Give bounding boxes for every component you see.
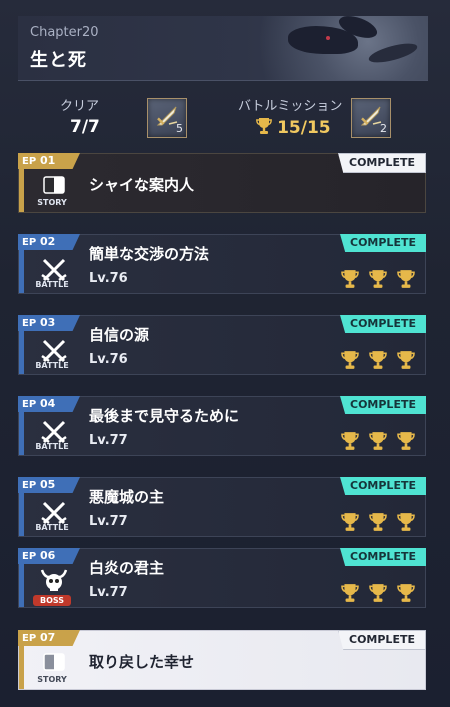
episode-number: 04 (40, 397, 56, 410)
trophy-icon (369, 350, 387, 370)
trophy-icon (341, 583, 359, 603)
mission-trophies (341, 350, 415, 370)
trophy-icon (369, 583, 387, 603)
trophy-icon (369, 431, 387, 451)
episode-level: Lv.77 (89, 514, 128, 529)
clear-label: クリア (60, 99, 100, 114)
episode-prefix: EP (22, 633, 37, 644)
episode-number-tag: EP 06 (18, 548, 80, 564)
mission-reward-button[interactable]: 2 (351, 98, 391, 138)
trophy-icon (369, 269, 387, 289)
trophy-icon (397, 512, 415, 532)
battle-mission-label: バトルミッション (238, 99, 343, 114)
episode-card-07[interactable]: EP 07 STORY 取り戻した幸せ COMPLETE (18, 630, 426, 690)
chapter-header: Chapter20 生と死 (18, 16, 428, 81)
episode-prefix: EP (22, 551, 37, 562)
trophy-icon (341, 512, 359, 532)
mission-trophies (341, 431, 415, 451)
clear-progress: 7/7 (70, 117, 100, 137)
episode-type-label: BATTLE (35, 280, 69, 289)
trophy-icon (341, 350, 359, 370)
episode-title: シャイな案内人 (89, 176, 195, 194)
episode-level: Lv.77 (89, 433, 128, 448)
episode-type-label: STORY (37, 675, 67, 684)
trophy-icon (397, 350, 415, 370)
boss-skull-icon (39, 568, 69, 598)
episode-prefix: EP (22, 156, 37, 167)
episode-level: Lv.76 (89, 271, 128, 286)
complete-badge: COMPLETE (340, 234, 426, 252)
episode-type-label: BATTLE (35, 523, 69, 532)
episode-prefix: EP (22, 237, 37, 248)
episode-card-02[interactable]: EP 02 BATTLE 簡単な交渉の方法 Lv.76 COMPLETE (18, 234, 426, 294)
episode-number-tag: EP 02 (18, 234, 80, 250)
complete-badge: COMPLETE (338, 153, 426, 173)
episode-card-04[interactable]: EP 04 BATTLE 最後まで見守るために Lv.77 COMPLETE (18, 396, 426, 456)
episode-prefix: EP (22, 399, 37, 410)
trophy-icon (256, 118, 272, 134)
episode-card-06[interactable]: EP 06 BOSS 白炎の君主 Lv.77 COMPLETE (18, 548, 426, 608)
episode-type-label: BOSS (33, 595, 71, 606)
clear-reward-button[interactable]: 5 (147, 98, 187, 138)
trophy-icon (397, 431, 415, 451)
episode-number-tag: EP 01 (18, 153, 80, 169)
trophy-icon (397, 269, 415, 289)
mission-trophies (341, 269, 415, 289)
episode-level: Lv.77 (89, 585, 128, 600)
episode-type-label: BATTLE (35, 442, 69, 451)
episode-card-01[interactable]: EP 01 STORY シャイな案内人 COMPLETE (18, 153, 426, 213)
episode-type-label: STORY (37, 198, 67, 207)
trophy-icon (397, 583, 415, 603)
episode-type-label: BATTLE (35, 361, 69, 370)
complete-badge: COMPLETE (338, 630, 426, 650)
episode-number-tag: EP 03 (18, 315, 80, 331)
episode-prefix: EP (22, 318, 37, 329)
episode-number: 03 (40, 316, 56, 329)
episode-prefix: EP (22, 480, 37, 491)
mission-trophies (341, 512, 415, 532)
episode-number-tag: EP 07 (18, 630, 80, 646)
episode-card-05[interactable]: EP 05 BATTLE 悪魔城の主 Lv.77 COMPLETE (18, 477, 426, 537)
mission-reward-count: 2 (380, 122, 387, 135)
episode-number-tag: EP 05 (18, 477, 80, 493)
battle-mission-value: 15/15 (277, 118, 331, 138)
chapter-number: Chapter20 (30, 25, 99, 40)
episode-level: Lv.76 (89, 352, 128, 367)
episode-title: 白炎の君主 (89, 559, 165, 577)
trophy-icon (369, 512, 387, 532)
episode-title: 取り戻した幸せ (89, 653, 195, 671)
episode-number: 07 (40, 631, 56, 644)
episode-card-03[interactable]: EP 03 BATTLE 自信の源 Lv.76 COMPLETE (18, 315, 426, 375)
episode-number: 01 (40, 154, 56, 167)
chapter-title: 生と死 (30, 50, 87, 71)
episode-number-tag: EP 04 (18, 396, 80, 412)
episode-title: 最後まで見守るために (89, 407, 240, 425)
episode-number: 05 (40, 478, 56, 491)
battle-mission-progress: 15/15 (256, 117, 331, 138)
chapter-banner-art (228, 16, 428, 80)
trophy-icon (341, 431, 359, 451)
episode-title: 自信の源 (89, 326, 150, 344)
trophy-icon (341, 269, 359, 289)
complete-badge: COMPLETE (340, 548, 426, 566)
episode-title: 悪魔城の主 (89, 488, 165, 506)
complete-badge: COMPLETE (340, 396, 426, 414)
mission-trophies (341, 583, 415, 603)
complete-badge: COMPLETE (340, 477, 426, 495)
complete-badge: COMPLETE (340, 315, 426, 333)
clear-reward-count: 5 (176, 122, 183, 135)
episode-number: 02 (40, 235, 56, 248)
episode-title: 簡単な交渉の方法 (89, 245, 210, 263)
episode-number: 06 (40, 549, 56, 562)
